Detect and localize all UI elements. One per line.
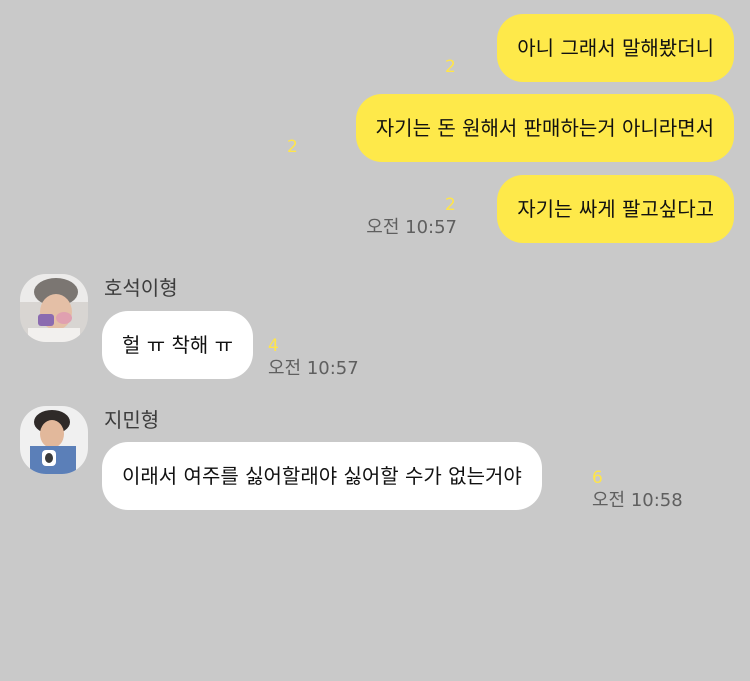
- sender-name: 호석이형: [104, 276, 178, 300]
- message-timestamp: 오전 10:57: [268, 358, 359, 379]
- chat-area[interactable]: 아니 그래서 말해봤더니 2 자기는 돈 원해서 판매하는거 아니라면서 2 자…: [0, 0, 750, 681]
- sender-avatar[interactable]: [20, 406, 88, 474]
- my-message-bubble[interactable]: 아니 그래서 말해봤더니: [497, 14, 734, 82]
- profile-photo-icon: [20, 406, 88, 474]
- unread-count: 2: [445, 57, 456, 77]
- sender-avatar[interactable]: [20, 274, 88, 342]
- unread-count: 6: [592, 468, 603, 488]
- my-message-bubble[interactable]: 자기는 싸게 팔고싶다고: [497, 175, 734, 243]
- unread-count: 4: [268, 336, 279, 356]
- received-message-bubble[interactable]: 헐 ㅠ 착해 ㅠ: [102, 311, 254, 379]
- my-message-bubble[interactable]: 자기는 돈 원해서 판매하는거 아니라면서: [355, 94, 734, 162]
- received-message-bubble[interactable]: 이래서 여주를 싫어할래야 싫어할 수가 없는거야: [102, 442, 542, 510]
- message-timestamp: 오전 10:57: [366, 217, 457, 238]
- message-timestamp: 오전 10:58: [592, 490, 683, 511]
- unread-count: 2: [445, 195, 456, 215]
- sender-name: 지민형: [104, 408, 160, 432]
- unread-count: 2: [287, 137, 298, 157]
- profile-photo-icon: [20, 274, 88, 342]
